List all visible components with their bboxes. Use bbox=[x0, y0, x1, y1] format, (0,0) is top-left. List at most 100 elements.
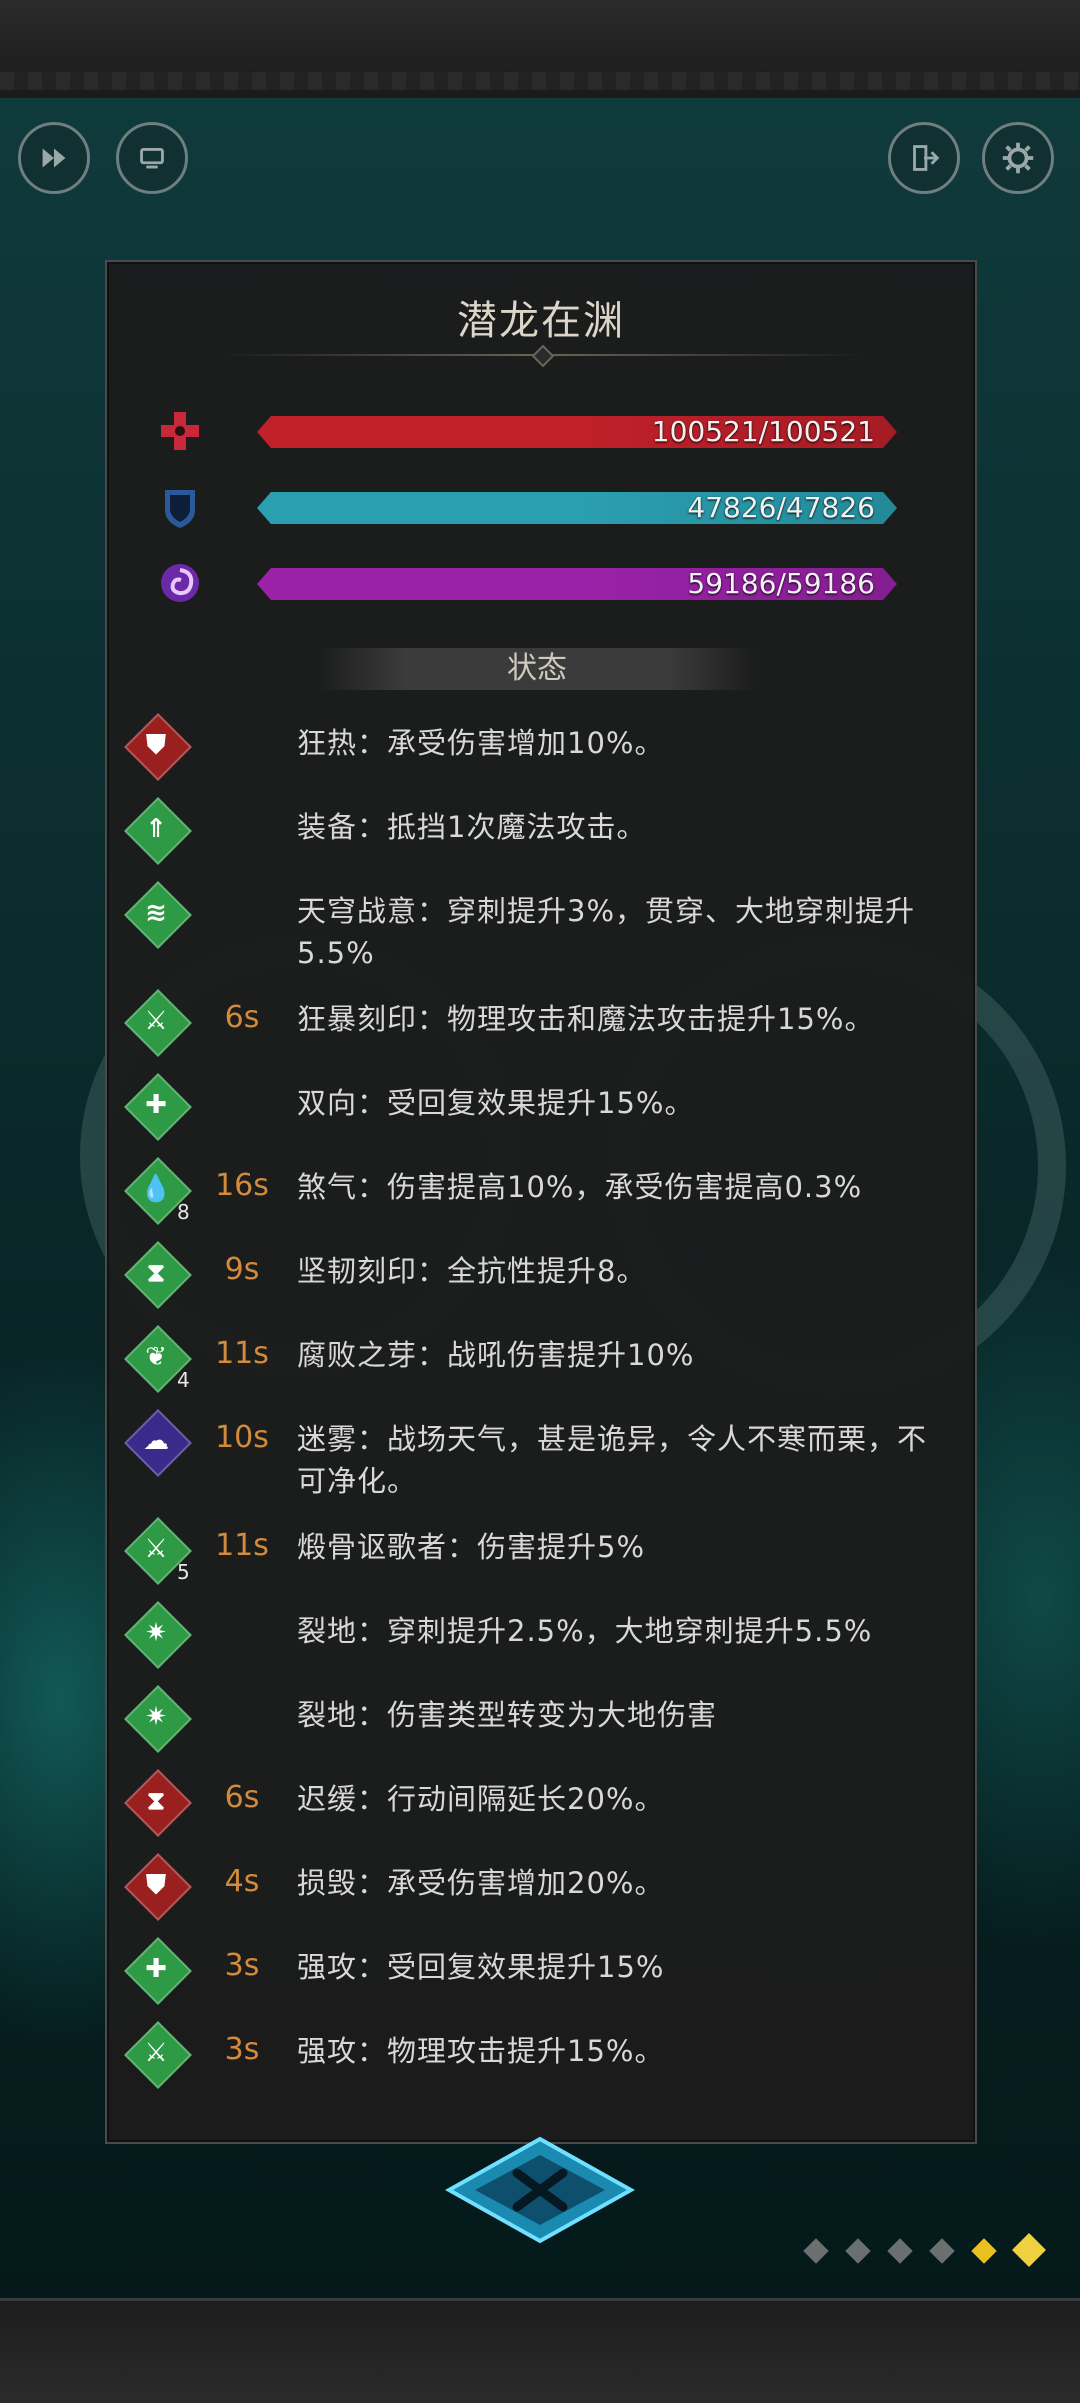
ground-burst-icon: ✷ bbox=[124, 1601, 192, 1669]
status-description: 强攻：物理攻击提升15%。 bbox=[297, 2034, 665, 2068]
fog-icon: ☁ bbox=[124, 1409, 192, 1477]
auto-battle-button[interactable] bbox=[116, 122, 188, 194]
status-duration: 9s bbox=[224, 1252, 260, 1287]
red-cross-icon bbox=[161, 412, 199, 450]
status-description: 坚韧刻印：全抗性提升8。 bbox=[297, 1254, 647, 1288]
page-dot bbox=[845, 2238, 871, 2264]
status-duration: 16s bbox=[215, 1168, 269, 1203]
status-row: ⚔ 3s 强攻：物理攻击提升15%。 bbox=[107, 2018, 975, 2102]
status-row: ≋ 天穹战意：穿刺提升3%，贯穿、大地穿刺提升5.5% bbox=[107, 878, 975, 986]
auto-battle-icon bbox=[140, 148, 164, 169]
status-description: 迟缓：行动间隔延长20%。 bbox=[297, 1782, 665, 1816]
status-description: 裂地：伤害类型转变为大地伤害 bbox=[297, 1698, 718, 1732]
status-duration: 6s bbox=[224, 1000, 260, 1035]
status-description: 狂暴刻印：物理攻击和魔法攻击提升15%。 bbox=[297, 1002, 875, 1036]
status-icon-glyph: ✷ bbox=[145, 1618, 167, 1648]
status-row: ⚔ 6s 狂暴刻印：物理攻击和魔法攻击提升15%。 bbox=[107, 986, 975, 1070]
status-row: ✷ 裂地：伤害类型转变为大地伤害 bbox=[107, 1682, 975, 1766]
status-row: ✚ 3s 强攻：受回复效果提升15% bbox=[107, 1934, 975, 2018]
status-duration: 3s bbox=[224, 2032, 260, 2067]
mana-value: 59186/59186 bbox=[687, 567, 875, 600]
fast-forward-icon bbox=[42, 148, 66, 168]
close-button[interactable] bbox=[445, 2135, 635, 2245]
status-row: ⛊ 4s 损毁：承受伤害增加20%。 bbox=[107, 1850, 975, 1934]
hourglass-down-icon: ⧗ bbox=[124, 1769, 192, 1837]
status-icon-glyph: ≋ bbox=[145, 898, 167, 928]
status-stack-count: 5 bbox=[177, 1560, 190, 1584]
gear-icon bbox=[1002, 142, 1034, 174]
page-indicator bbox=[803, 2230, 1065, 2270]
status-row: 💧 8 16s 煞气：伤害提高10%，承受伤害提高0.3% bbox=[107, 1154, 975, 1238]
ground-burst-icon: ✷ bbox=[124, 1685, 192, 1753]
status-row: ⇑ 装备：抵挡1次魔法攻击。 bbox=[107, 794, 975, 878]
status-icon-glyph: ⚔ bbox=[144, 2038, 168, 2068]
status-stack-count: 4 bbox=[177, 1368, 190, 1392]
top-frame bbox=[0, 0, 1080, 101]
status-description: 狂热：承受伤害增加10%。 bbox=[297, 726, 665, 760]
status-icon-glyph: ✚ bbox=[145, 1090, 167, 1120]
status-row: ⛊ 狂热：承受伤害增加10%。 bbox=[107, 710, 975, 794]
page-dot bbox=[929, 2238, 955, 2264]
status-icon-glyph: ✚ bbox=[145, 1954, 167, 1984]
title-divider-ornament bbox=[531, 344, 555, 368]
panel-title: 潜龙在渊 bbox=[457, 298, 625, 344]
exit-button[interactable] bbox=[888, 122, 960, 194]
heal-up-icon: ✚ bbox=[124, 1073, 192, 1141]
status-panel: 潜龙在渊 100521/100521 47826/47826 59186/591… bbox=[105, 260, 977, 2144]
status-duration: 10s bbox=[215, 1420, 269, 1455]
hourglass-up-icon: ⧗ bbox=[124, 1241, 192, 1309]
status-row: ⚔ 5 11s 煅骨讴歌者：伤害提升5% bbox=[107, 1514, 975, 1598]
claw-icon: ≋ bbox=[124, 881, 192, 949]
status-description: 腐败之芽：战吼伤害提升10% bbox=[297, 1338, 695, 1372]
status-description: 裂地：穿刺提升2.5%，大地穿刺提升5.5% bbox=[297, 1614, 873, 1648]
heal-up-icon: ✚ bbox=[124, 1937, 192, 2005]
swirl-icon bbox=[161, 564, 199, 602]
status-row: ⧗ 6s 迟缓：行动间隔延长20%。 bbox=[107, 1766, 975, 1850]
mana-bar: 59186/59186 bbox=[257, 568, 897, 600]
status-icon-glyph: ⇑ bbox=[145, 814, 167, 844]
status-description: 煞气：伤害提高10%，承受伤害提高0.3% bbox=[297, 1170, 863, 1204]
sword-up-icon: ⚔ bbox=[124, 2021, 192, 2089]
status-row: ❦ 4 11s 腐败之芽：战吼伤害提升10% bbox=[107, 1322, 975, 1406]
bottom-frame bbox=[0, 2298, 1080, 2403]
status-icon-glyph: ✷ bbox=[145, 1702, 167, 1732]
status-description: 天穹战意：穿刺提升3%，贯穿、大地穿刺提升5.5% bbox=[297, 894, 916, 970]
status-description: 煅骨讴歌者：伤害提升5% bbox=[297, 1530, 646, 1564]
page-dot-active bbox=[971, 2238, 997, 2264]
shield-row: 47826/47826 bbox=[157, 484, 937, 530]
exit-icon bbox=[913, 145, 940, 171]
status-duration: 6s bbox=[224, 1780, 260, 1815]
status-icon-glyph: ⛊ bbox=[146, 729, 166, 760]
status-description: 损毁：承受伤害增加20%。 bbox=[297, 1866, 665, 1900]
hp-value: 100521/100521 bbox=[651, 415, 875, 448]
status-row: ⧗ 9s 坚韧刻印：全抗性提升8。 bbox=[107, 1238, 975, 1322]
status-description: 双向：受回复效果提升15%。 bbox=[297, 1086, 695, 1120]
hp-row: 100521/100521 bbox=[157, 408, 937, 454]
status-icon-glyph: ⛊ bbox=[146, 1869, 166, 1900]
status-description: 迷雾：战场天气，甚是诡异，令人不寒而栗，不可净化。 bbox=[297, 1422, 928, 1498]
status-icon-glyph: ⚔ bbox=[144, 1006, 168, 1036]
status-row: ✷ 裂地：穿刺提升2.5%，大地穿刺提升5.5% bbox=[107, 1598, 975, 1682]
shield-red-icon: ⛊ bbox=[124, 713, 192, 781]
status-stack-count: 8 bbox=[177, 1200, 190, 1224]
sword-up-icon: ⚔ bbox=[124, 989, 192, 1057]
status-icon-glyph: ⧗ bbox=[146, 1785, 166, 1816]
up-arrow-icon: ⇑ bbox=[124, 797, 192, 865]
status-duration: 3s bbox=[224, 1948, 260, 1983]
status-icon-glyph: ☁ bbox=[143, 1426, 169, 1456]
status-section-header: 状态 bbox=[317, 648, 757, 690]
status-row: ✚ 双向：受回复效果提升15%。 bbox=[107, 1070, 975, 1154]
settings-button[interactable] bbox=[982, 122, 1054, 194]
status-icon-glyph: ⧗ bbox=[146, 1257, 166, 1288]
page-dot bbox=[803, 2238, 829, 2264]
hp-bar: 100521/100521 bbox=[257, 416, 897, 448]
mana-row: 59186/59186 bbox=[157, 560, 937, 606]
page-dot-gold bbox=[1012, 2233, 1046, 2267]
shield-red-icon: ⛊ bbox=[124, 1853, 192, 1921]
status-duration: 4s bbox=[224, 1864, 260, 1899]
status-description: 装备：抵挡1次魔法攻击。 bbox=[297, 810, 647, 844]
shield-value: 47826/47826 bbox=[687, 491, 875, 524]
fast-forward-button[interactable] bbox=[18, 122, 90, 194]
page-dot bbox=[887, 2238, 913, 2264]
status-row: ☁ 10s 迷雾：战场天气，甚是诡异，令人不寒而栗，不可净化。 bbox=[107, 1406, 975, 1514]
